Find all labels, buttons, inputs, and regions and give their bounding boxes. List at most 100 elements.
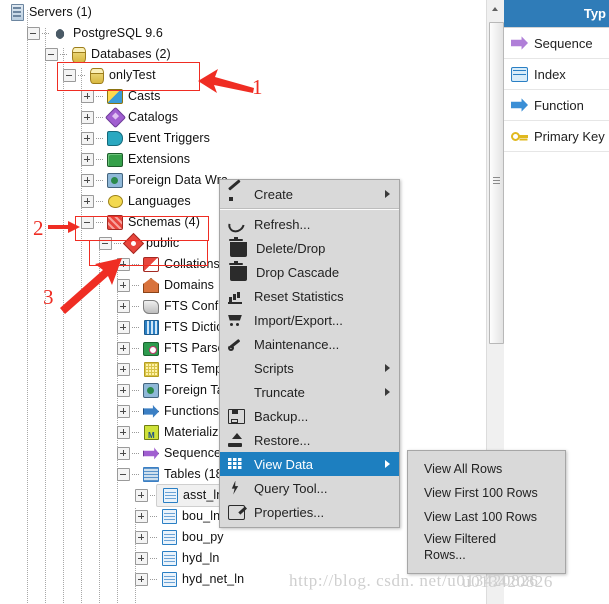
tree-item-bou-ln[interactable]: bou_ln — [135, 506, 220, 527]
tree-item-content[interactable]: FTS Diction — [142, 317, 230, 338]
tree-item-content[interactable]: PostgreSQL 9.6 — [52, 23, 163, 44]
collapse-icon[interactable] — [117, 468, 130, 481]
tree-item-content[interactable]: FTS Config — [142, 296, 228, 317]
tree-item-postgresql-9-6[interactable]: PostgreSQL 9.6 — [27, 23, 163, 44]
expand-icon[interactable] — [81, 195, 94, 208]
tree-item-functions[interactable]: Functions — [117, 401, 219, 422]
tree-item-content[interactable]: Materialize — [142, 422, 226, 446]
expand-icon[interactable] — [81, 111, 94, 124]
tree-item-content[interactable]: Functions — [142, 401, 219, 422]
expand-icon[interactable] — [81, 90, 94, 103]
expand-icon[interactable] — [117, 405, 130, 418]
view-data-submenu[interactable]: View All Rows View First 100 Rows View Las… — [407, 450, 566, 574]
tree-item-content[interactable]: Collations — [142, 254, 220, 275]
tree-item-bou-py[interactable]: bou_py — [135, 527, 224, 548]
submenu-item-view-first-100-rows[interactable]: View First 100 Rows — [408, 481, 565, 505]
tree-item-content[interactable]: Languages — [106, 191, 191, 212]
expand-icon[interactable] — [135, 531, 148, 544]
menu-item-drop-cascade[interactable]: Drop Cascade — [220, 260, 399, 284]
expand-icon[interactable] — [117, 342, 130, 355]
tree-item-sequences[interactable]: Sequences — [117, 443, 227, 464]
menu-item-maintenance[interactable]: Maintenance... — [220, 332, 399, 356]
type-list-item-function[interactable]: Function — [504, 90, 609, 121]
tree-item-foreign-tab[interactable]: Foreign Tab — [117, 380, 231, 401]
scroll-up-arrow-icon[interactable] — [487, 0, 504, 17]
menu-item-reset-statistics[interactable]: Reset Statistics — [220, 284, 399, 308]
expand-icon[interactable] — [117, 363, 130, 376]
collapse-icon[interactable] — [27, 27, 40, 40]
tree-item-tables-18[interactable]: Tables (18) — [117, 464, 227, 485]
expand-icon[interactable] — [117, 426, 130, 439]
tree-item-content[interactable]: Catalogs — [104, 106, 178, 129]
tree-item-content[interactable]: Event Triggers — [106, 128, 210, 149]
collapse-icon[interactable] — [63, 69, 76, 82]
tree-item-content[interactable]: onlyTest — [88, 65, 156, 86]
tree-item-fts-diction[interactable]: FTS Diction — [117, 317, 230, 338]
tree-item-content[interactable]: public — [122, 232, 179, 255]
submenu-item-view-last-100-rows[interactable]: View Last 100 Rows — [408, 505, 565, 529]
menu-item-refresh[interactable]: Refresh... — [220, 212, 399, 236]
expand-icon[interactable] — [117, 384, 130, 397]
tree-item-event-triggers[interactable]: Event Triggers — [81, 128, 210, 149]
context-menu[interactable]: Create Refresh... Delete/Drop Drop Cascade R… — [219, 179, 400, 528]
tree-item-content[interactable]: Foreign Tab — [142, 380, 231, 401]
tree-item-content[interactable]: asst_ln — [156, 484, 229, 507]
collapse-icon[interactable] — [45, 48, 58, 61]
menu-item-properties[interactable]: Properties... — [220, 500, 399, 524]
menu-item-backup[interactable]: Backup... — [220, 404, 399, 428]
collapse-icon[interactable] — [81, 216, 94, 229]
tree-item-content[interactable]: Casts — [106, 86, 160, 107]
expand-icon[interactable] — [117, 300, 130, 313]
menu-item-view-data[interactable]: View Data — [220, 452, 399, 476]
tree-item-content[interactable]: Databases (2) — [70, 44, 171, 65]
expand-icon[interactable] — [81, 132, 94, 145]
tree-item-casts[interactable]: Casts — [81, 86, 160, 107]
expand-icon[interactable] — [135, 573, 148, 586]
tree-item-content[interactable]: Domains — [142, 275, 214, 296]
menu-item-create[interactable]: Create — [220, 182, 399, 206]
tree-item-schemas-4[interactable]: Schemas (4) — [81, 212, 200, 233]
tree-item-hyd-ln[interactable]: hyd_ln — [135, 548, 219, 569]
type-list[interactable]: Sequence Index Function Primary Key — [504, 27, 609, 152]
tree-item-fts-config[interactable]: FTS Config — [117, 296, 228, 317]
menu-item-scripts[interactable]: Scripts — [220, 356, 399, 380]
menu-item-query-tool[interactable]: Query Tool... — [220, 476, 399, 500]
tree-item-onlytest[interactable]: onlyTest — [63, 65, 156, 86]
expand-icon[interactable] — [135, 552, 148, 565]
tree-item-content[interactable]: Schemas (4) — [106, 212, 200, 233]
tree-item-public[interactable]: public — [99, 232, 179, 255]
tree-item-materialize[interactable]: Materialize — [117, 422, 226, 446]
tree-item-databases-2[interactable]: Databases (2) — [45, 44, 171, 65]
tree-item-fts-templa[interactable]: FTS Templa — [117, 359, 232, 380]
expand-icon[interactable] — [117, 447, 130, 460]
tree-item-foreign-data-wra[interactable]: Foreign Data Wra — [81, 170, 228, 191]
menu-item-delete-drop[interactable]: Delete/Drop — [220, 236, 399, 260]
tree-item-extensions[interactable]: Extensions — [81, 149, 190, 170]
expand-icon[interactable] — [135, 489, 148, 502]
tree-item-content[interactable]: Sequences — [142, 443, 227, 464]
tree-item-content[interactable]: Servers (1) — [9, 2, 92, 23]
collapse-icon[interactable] — [99, 237, 112, 250]
tree-item-fts-parser[interactable]: FTS Parser — [117, 338, 229, 359]
tree-item-catalogs[interactable]: Catalogs — [81, 106, 178, 129]
menu-item-import-export[interactable]: Import/Export... — [220, 308, 399, 332]
expand-icon[interactable] — [117, 279, 130, 292]
menu-item-restore[interactable]: Restore... — [220, 428, 399, 452]
tree-item-domains[interactable]: Domains — [117, 275, 214, 296]
type-list-item-primary-key[interactable]: Primary Key — [504, 121, 609, 152]
tree-item-content[interactable]: Foreign Data Wra — [106, 170, 228, 191]
tree-item-content[interactable]: hyd_ln — [160, 548, 219, 569]
submenu-item-view-all-rows[interactable]: View All Rows — [408, 457, 565, 481]
tree-item-servers-1[interactable]: Servers (1) — [9, 2, 92, 23]
type-list-item-sequence[interactable]: Sequence — [504, 28, 609, 59]
tree-item-asst-ln[interactable]: asst_ln — [135, 484, 229, 507]
expand-icon[interactable] — [135, 510, 148, 523]
tree-item-content[interactable]: bou_ln — [160, 506, 220, 527]
expand-icon[interactable] — [117, 258, 130, 271]
type-list-item-index[interactable]: Index — [504, 59, 609, 90]
tree-item-content[interactable]: bou_py — [160, 527, 224, 548]
tree-item-content[interactable]: Extensions — [106, 149, 190, 170]
submenu-item-view-filtered-rows[interactable]: View Filtered Rows... — [408, 529, 565, 565]
tree-item-languages[interactable]: Languages — [81, 191, 191, 212]
tree-item-hyd-net-ln[interactable]: hyd_net_ln — [135, 569, 244, 590]
